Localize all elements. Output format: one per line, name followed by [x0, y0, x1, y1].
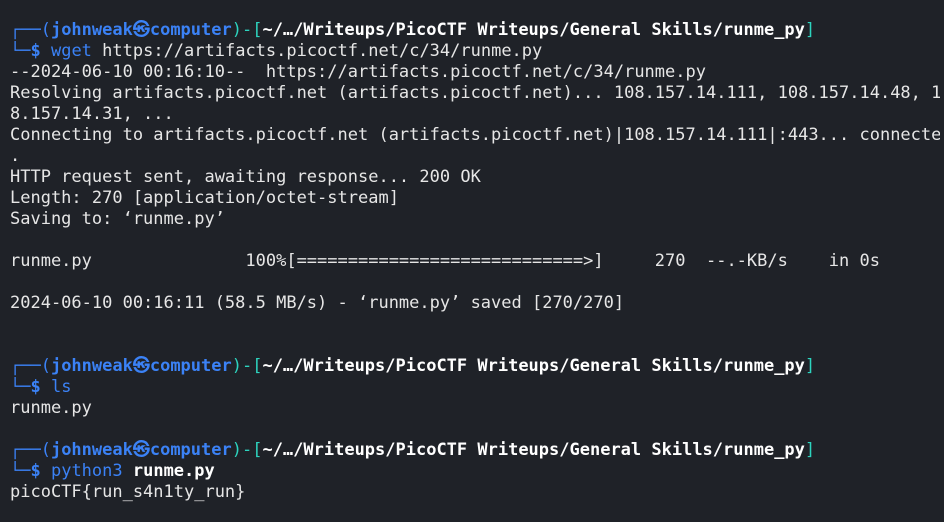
output-line: 2024-06-10 00:16:11 (58.5 MB/s) - ‘runme… [10, 293, 625, 313]
prompt-user: johnweak [50, 356, 133, 376]
prompt-at-symbol: ㉿ [132, 20, 150, 40]
download-progress-line: runme.py 100%[==========================… [10, 251, 880, 271]
prompt-user: johnweak [50, 440, 133, 460]
prompt-frame-left: ┌──( [10, 356, 51, 376]
prompt-dollar: $ [30, 461, 51, 481]
prompt-host: computer [149, 356, 232, 376]
command-args: runme.py [122, 461, 215, 481]
prompt-path: ~/…/Writeups/PicoCTF Writeups/General Sk… [262, 440, 805, 460]
prompt-header: ┌──(johnweak㉿computer)-[~/…/Writeups/Pic… [10, 356, 940, 377]
output-line: 8.157.14.31, ... [10, 104, 174, 124]
prompt-close-bracket: ] [804, 440, 816, 460]
command-line: └─$ python3 runme.py [10, 461, 940, 482]
output-line: Resolving artifacts.picoctf.net (artifac… [10, 83, 940, 103]
prompt-at-symbol: ㉿ [132, 440, 150, 460]
prompt-at-symbol: ㉿ [132, 356, 150, 376]
prompt-user: johnweak [50, 20, 133, 40]
prompt-frame-bottom: └─ [10, 377, 31, 397]
prompt-separator: )-[ [231, 440, 263, 460]
command-line: └─$ ls [10, 377, 940, 398]
command-line: └─$ wget https://artifacts.picoctf.net/c… [10, 41, 940, 62]
prompt-frame-bottom: └─ [10, 41, 31, 61]
output-line: runme.py [10, 398, 92, 418]
prompt-host: computer [149, 20, 232, 40]
output-line: Connecting to artifacts.picoctf.net (art… [10, 125, 940, 145]
prompt-dollar: $ [30, 377, 51, 397]
prompt-header: ┌──(johnweak㉿computer)-[~/…/Writeups/Pic… [10, 440, 940, 461]
prompt-frame-left: ┌──( [10, 20, 51, 40]
output-line: HTTP request sent, awaiting response... … [10, 167, 481, 187]
prompt-separator: )-[ [231, 20, 263, 40]
prompt-frame-left: ┌──( [10, 440, 51, 460]
command-args: https://artifacts.picoctf.net/c/34/runme… [91, 41, 543, 61]
prompt-header: ┌──(johnweak㉿computer)-[~/…/Writeups/Pic… [10, 20, 940, 41]
output-line: Saving to: ‘runme.py’ [10, 209, 225, 229]
terminal-window[interactable]: ┌──(johnweak㉿computer)-[~/…/Writeups/Pic… [10, 20, 940, 503]
prompt-close-bracket: ] [804, 356, 816, 376]
prompt-path: ~/…/Writeups/PicoCTF Writeups/General Sk… [262, 356, 805, 376]
prompt-frame-bottom: └─ [10, 461, 31, 481]
prompt-dollar: $ [30, 41, 51, 61]
command-name: python3 [50, 461, 123, 481]
command-name: wget [50, 41, 92, 61]
output-line: Length: 270 [application/octet-stream] [10, 188, 399, 208]
prompt-separator: )-[ [231, 356, 263, 376]
output-line: --2024-06-10 00:16:10-- https://artifact… [10, 62, 706, 82]
prompt-path: ~/…/Writeups/PicoCTF Writeups/General Sk… [262, 20, 805, 40]
prompt-host: computer [149, 440, 232, 460]
command-name: ls [50, 377, 72, 397]
prompt-close-bracket: ] [804, 20, 816, 40]
flag-output-line: picoCTF{run_s4n1ty_run} [10, 482, 246, 502]
output-line: . [10, 146, 21, 166]
